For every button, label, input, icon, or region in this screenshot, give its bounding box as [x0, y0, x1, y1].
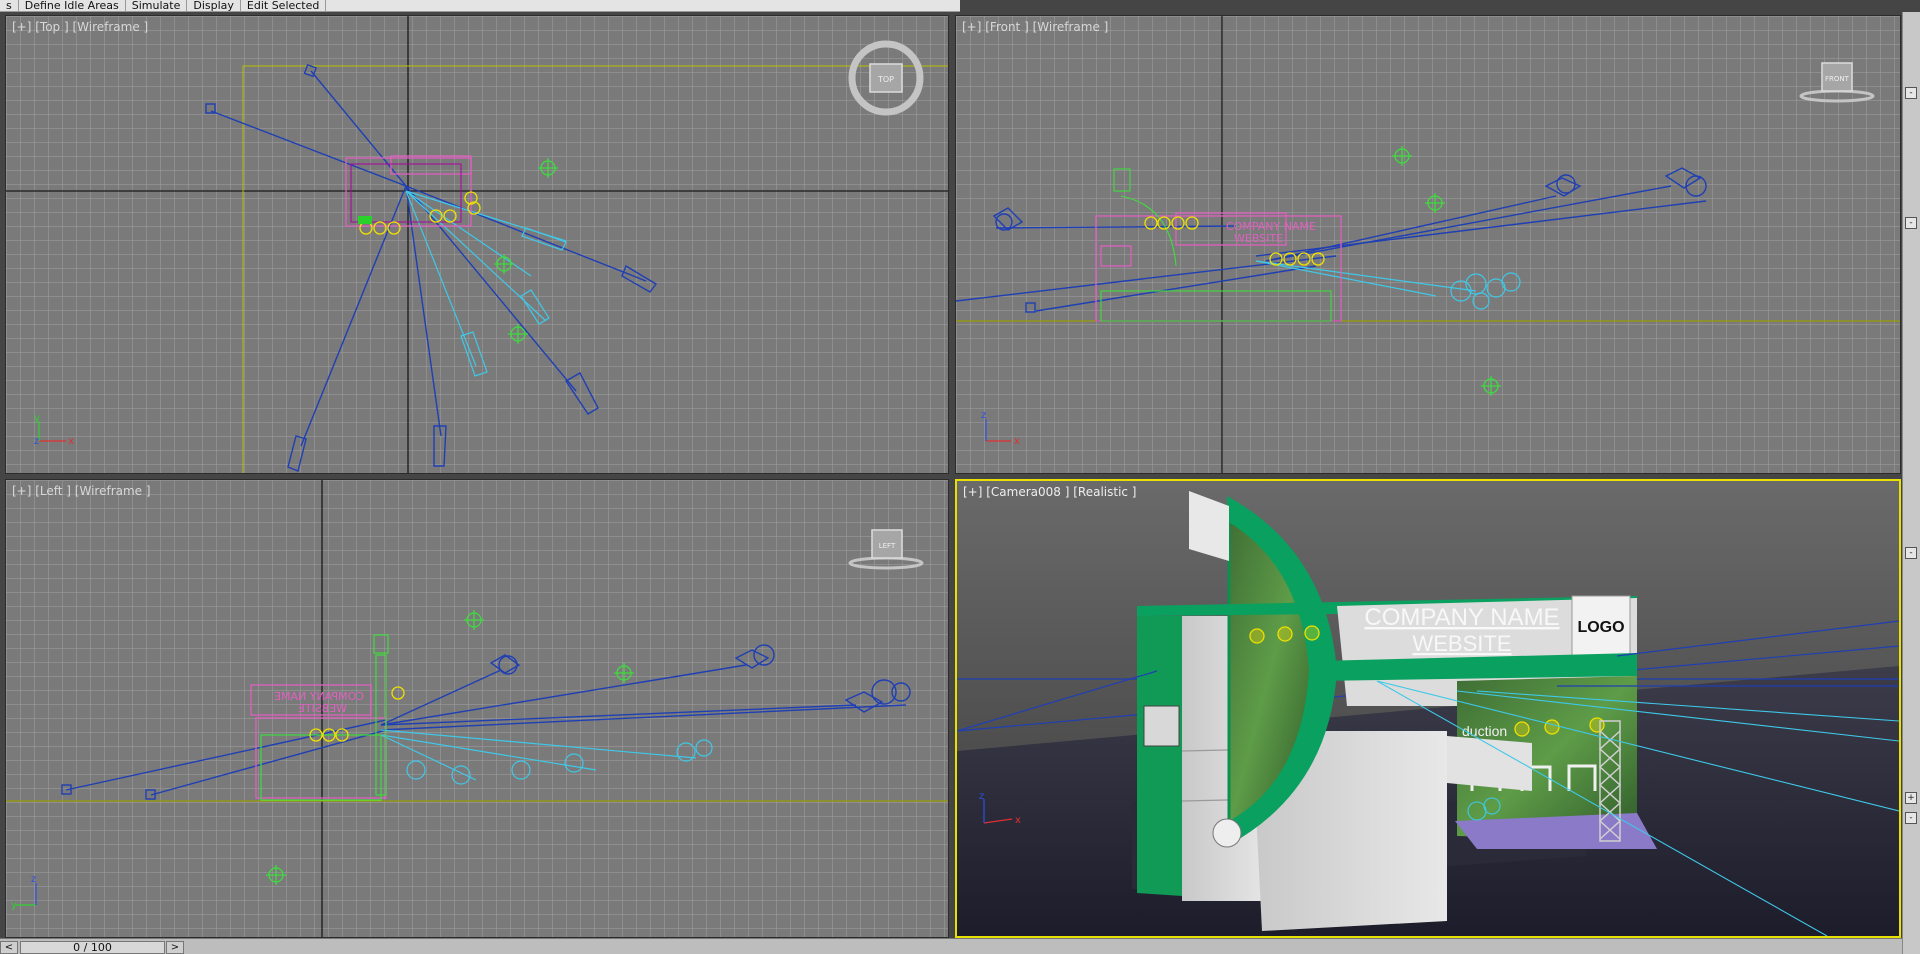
viewport-left[interactable]: [+] [Left ] [Wireframe ] COMPANY NAME WE… [5, 479, 949, 938]
time-slider-next-button[interactable]: > [166, 941, 184, 954]
menu-item-simulate[interactable]: Simulate [126, 0, 188, 12]
timeline-bar: < 0 / 100 > [0, 938, 1902, 954]
viewport-label-front[interactable]: [+] [Front ] [Wireframe ] [962, 20, 1108, 34]
viewport-label-left[interactable]: [+] [Left ] [Wireframe ] [12, 484, 151, 498]
axis-z-label: z [34, 436, 39, 447]
wall-text: duction [1462, 723, 1507, 739]
wire-website-text-front: WEBSITE [1234, 232, 1283, 245]
website-text: WEBSITE [1412, 631, 1511, 656]
menu-item-s[interactable]: s [0, 0, 19, 12]
navcube-left-label: LEFT [879, 542, 896, 550]
axis-z-label: z [979, 791, 984, 802]
command-panel[interactable]: - - - + - [1902, 12, 1920, 954]
axis-z-label: z [31, 874, 36, 885]
panel-rollout-toggle[interactable]: - [1905, 812, 1917, 824]
logo-text: LOGO [1577, 619, 1624, 636]
menu-item-display[interactable]: Display [187, 0, 241, 12]
axis-tripod-left: z y [11, 874, 37, 911]
viewport-label-top[interactable]: [+] [Top ] [Wireframe ] [12, 20, 148, 34]
axis-x-label: x [1014, 436, 1020, 447]
axis-tripod-top: y z x [34, 413, 74, 447]
company-name-text: COMPANY NAME [1364, 604, 1559, 631]
menu-bar: s Define Idle Areas Simulate Display Edi… [0, 0, 960, 12]
viewport-camera[interactable]: [+] [Camera008 ] [Realistic ] LOGO COMPA… [955, 479, 1901, 938]
axis-y-label: y [34, 413, 40, 424]
panel-rollout-toggle[interactable]: - [1905, 217, 1917, 229]
axis-x-label: x [68, 436, 74, 447]
axis-x-label: x [1015, 815, 1021, 826]
wireframe-front-scene: COMPANY NAME WEBSITE FRONT z x [956, 16, 1900, 473]
axis-y-label: y [11, 900, 17, 911]
viewport-front[interactable]: [+] [Front ] [Wireframe ] COMPANY NAME W… [955, 15, 1901, 474]
time-slider-prev-button[interactable]: < [0, 941, 18, 954]
navcube-top-label: TOP [877, 75, 894, 84]
panel-rollout-toggle[interactable]: + [1905, 792, 1917, 804]
3dsmax-window: s Define Idle Areas Simulate Display Edi… [0, 0, 1920, 954]
navcube-front-label: FRONT [1825, 75, 1850, 83]
time-slider[interactable]: 0 / 100 [20, 941, 165, 954]
menu-item-define-idle-areas[interactable]: Define Idle Areas [19, 0, 126, 12]
panel-rollout-toggle[interactable]: - [1905, 547, 1917, 559]
menu-item-edit-selected[interactable]: Edit Selected [241, 0, 327, 12]
wireframe-left-scene: COMPANY NAME WEBSITE LEFT z y [6, 480, 948, 937]
panel-rollout-toggle[interactable]: - [1905, 87, 1917, 99]
viewport-top[interactable]: [+] [Top ] [Wireframe ] TOP y z x [5, 15, 949, 474]
wireframe-top-scene: TOP y z x [6, 16, 948, 473]
viewport-label-camera[interactable]: [+] [Camera008 ] [Realistic ] [963, 485, 1137, 499]
axis-tripod-front: z x [981, 410, 1020, 447]
axis-z-label: z [981, 410, 986, 421]
wire-website-mirrored: WEBSITE [298, 702, 347, 715]
camera-render: LOGO COMPANY NAME WEBSITE duction z x [957, 481, 1899, 936]
